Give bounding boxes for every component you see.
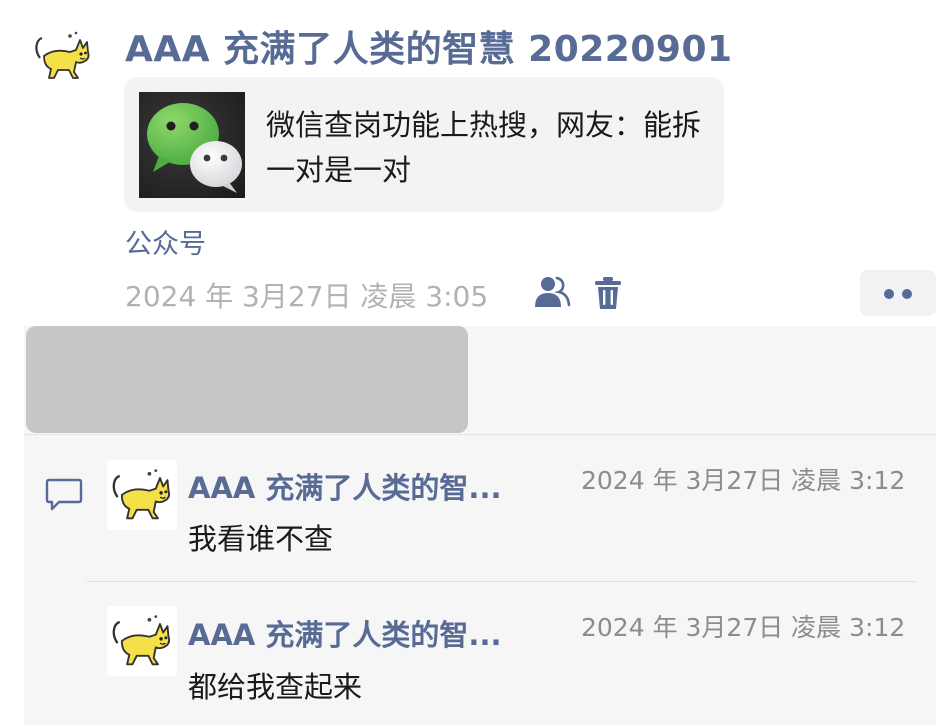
yellow-cat-avatar-icon (35, 31, 90, 79)
comment-avatar[interactable] (107, 460, 177, 530)
likes-list-redacted (26, 326, 468, 433)
comment-author-name[interactable]: AAA 充满了人类的智... (188, 612, 501, 654)
visibility-icon[interactable] (533, 275, 571, 309)
shared-article-card[interactable]: 微信查岗功能上热搜，网友：能拆一对是一对 (124, 77, 724, 212)
moments-post-detail: AAA 充满了人类的智慧 20220901 微信查岗功能上热搜，网友：能拆一对是… (0, 0, 948, 725)
yellow-cat-avatar-icon (112, 615, 171, 666)
delete-icon[interactable] (594, 276, 622, 310)
yellow-cat-avatar-icon (112, 469, 171, 520)
comment-author-name[interactable]: AAA 充满了人类的智... (188, 465, 501, 507)
more-dot-icon (884, 289, 894, 299)
post-timestamp: 2024 年 3月27日 凌晨 3:05 (125, 280, 489, 313)
speech-bubble-icon (45, 478, 83, 511)
post-source-link[interactable]: 公众号 (125, 222, 206, 261)
comment-text[interactable]: 都给我查起来 (188, 664, 362, 706)
comment-divider (86, 581, 916, 582)
interaction-divider (24, 434, 936, 435)
comment-icon (45, 476, 83, 512)
comment-avatar[interactable] (107, 606, 177, 676)
comment-timestamp: 2024 年 3月27日 凌晨 3:12 (581, 466, 906, 495)
more-actions-button[interactable] (860, 270, 936, 316)
comment-timestamp: 2024 年 3月27日 凌晨 3:12 (581, 613, 906, 642)
trash-icon (595, 277, 621, 309)
person-visibility-icon (535, 276, 571, 307)
article-thumbnail (139, 92, 245, 198)
wechat-logo-icon (139, 92, 245, 198)
more-dot-icon (902, 289, 912, 299)
post-author-avatar[interactable] (30, 28, 96, 84)
article-title: 微信查岗功能上热搜，网友：能拆一对是一对 (266, 108, 702, 187)
comment-text[interactable]: 我看谁不查 (188, 516, 333, 558)
post-author-name[interactable]: AAA 充满了人类的智慧 20220901 (125, 20, 733, 72)
